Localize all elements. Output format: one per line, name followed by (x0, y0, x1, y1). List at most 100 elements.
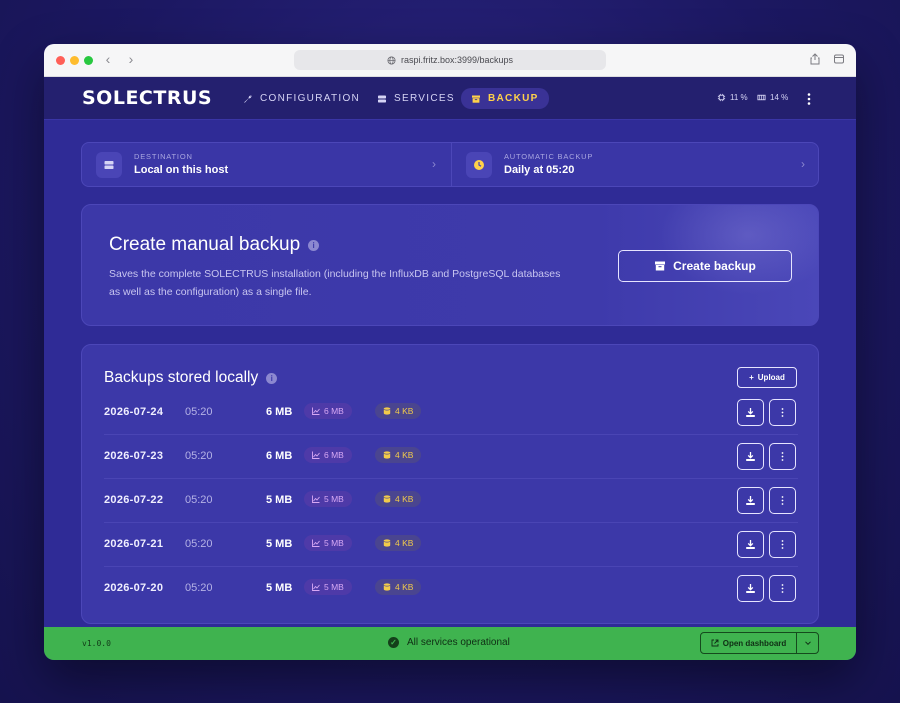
app-logo[interactable]: SOLECTRUS (82, 87, 212, 109)
download-icon (746, 408, 755, 417)
influxdb-size-badge: 6 MB (304, 403, 352, 419)
browser-window: ‹ › raspi.fritz.box:3999/backups SOLECTR… (44, 44, 856, 660)
plus-icon: + (749, 373, 754, 382)
influxdb-size-badge: 6 MB (304, 447, 352, 463)
postgres-size-badge: 4 KB (375, 579, 422, 595)
influxdb-size-badge: 5 MB (304, 579, 352, 595)
tabs-overview-icon[interactable] (833, 53, 845, 65)
chart-line-icon (312, 495, 320, 503)
chevron-down-icon (804, 641, 811, 646)
destination-setting[interactable]: DESTINATION Local on this host › (82, 143, 450, 186)
open-dashboard-button[interactable]: Open dashboard (701, 633, 796, 653)
main-content: DESTINATION Local on this host › AUTOMAT… (44, 121, 856, 628)
influxdb-size-badge: 5 MB (304, 491, 352, 507)
postgres-size-badge: 4 KB (375, 535, 422, 551)
check-circle-icon: ✓ (388, 637, 399, 648)
cpu-usage: 11 % (717, 93, 748, 102)
globe-icon (387, 55, 396, 65)
maximize-window-button[interactable] (84, 56, 93, 65)
download-icon (746, 452, 755, 461)
postgres-size: 4 KB (395, 582, 414, 592)
database-icon (383, 451, 391, 459)
chevron-right-icon: › (432, 157, 436, 171)
server-icon (378, 95, 386, 102)
backup-size: 6 MB (266, 406, 293, 418)
backup-time: 05:20 (185, 406, 213, 418)
system-status: ✓ All services operational (388, 637, 510, 648)
more-vertical-icon (781, 452, 784, 461)
chart-line-icon (312, 407, 320, 415)
info-icon[interactable]: i (308, 239, 320, 251)
more-vertical-icon (781, 540, 784, 549)
create-backup-button-label: Create backup (673, 259, 756, 273)
row-menu-button[interactable] (769, 399, 796, 426)
back-arrow-icon[interactable]: ‹ (101, 51, 115, 67)
database-icon (383, 495, 391, 503)
postgres-size-badge: 4 KB (375, 447, 422, 463)
backup-size: 5 MB (266, 538, 293, 550)
upload-button-label: Upload (757, 373, 785, 382)
info-icon[interactable]: i (266, 372, 278, 384)
download-icon (746, 584, 755, 593)
minimize-window-button[interactable] (70, 56, 79, 65)
create-backup-description: Saves the complete SOLECTRUS installatio… (109, 268, 561, 298)
close-window-button[interactable] (56, 56, 65, 65)
archive-icon (472, 95, 480, 103)
create-backup-button[interactable]: Create backup (618, 250, 792, 282)
postgres-size-badge: 4 KB (375, 491, 422, 507)
postgres-size: 4 KB (395, 450, 414, 460)
row-menu-button[interactable] (769, 531, 796, 558)
destination-icon-box (96, 152, 122, 178)
backup-time: 05:20 (185, 582, 213, 594)
backups-list-heading: Backups stored locally i (104, 369, 278, 387)
nav-backup[interactable]: BACKUP (461, 88, 549, 109)
destination-label: DESTINATION (134, 152, 193, 161)
url-text: raspi.fritz.box:3999/backups (400, 55, 514, 65)
row-menu-button[interactable] (769, 487, 796, 514)
influxdb-size: 5 MB (324, 494, 344, 504)
version-label: v1.0.0 (82, 639, 111, 648)
download-button[interactable] (737, 531, 764, 558)
nav-configuration-label: CONFIGURATION (260, 93, 361, 104)
nav-services[interactable]: SERVICES (367, 88, 465, 109)
postgres-size-badge: 4 KB (375, 403, 422, 419)
forward-arrow-icon[interactable]: › (124, 51, 138, 67)
backup-settings-bar: DESTINATION Local on this host › AUTOMAT… (81, 142, 819, 187)
row-menu-button[interactable] (769, 575, 796, 602)
more-vertical-icon[interactable] (803, 92, 815, 106)
postgres-size: 4 KB (395, 406, 414, 416)
download-button[interactable] (737, 443, 764, 470)
backups-list-title: Backups stored locally (104, 369, 259, 386)
influxdb-size: 5 MB (324, 582, 344, 592)
share-icon[interactable] (809, 53, 821, 65)
address-bar[interactable]: raspi.fritz.box:3999/backups (294, 50, 606, 70)
nav-configuration[interactable]: CONFIGURATION (233, 88, 370, 109)
chart-line-icon (312, 539, 320, 547)
memory-usage: 14 % (757, 93, 788, 102)
wrench-icon (244, 94, 252, 103)
row-menu-button[interactable] (769, 443, 796, 470)
influxdb-size: 6 MB (324, 406, 344, 416)
backups-list-card: Backups stored locally i + Upload 2026-0… (81, 344, 819, 624)
download-button[interactable] (737, 575, 764, 602)
backup-time: 05:20 (185, 494, 213, 506)
download-button[interactable] (737, 399, 764, 426)
chevron-right-icon: › (801, 157, 805, 171)
automatic-backup-setting[interactable]: AUTOMATIC BACKUP Daily at 05:20 › (451, 143, 819, 186)
upload-button[interactable]: + Upload (737, 367, 797, 388)
create-backup-card: Create manual backup i Saves the complet… (81, 204, 819, 326)
external-link-icon (711, 639, 719, 647)
backup-date: 2026-07-24 (104, 406, 164, 418)
create-backup-heading: Create manual backup i (109, 234, 320, 256)
cpu-value: 11 % (730, 93, 748, 102)
more-vertical-icon (781, 496, 784, 505)
backup-time: 05:20 (185, 538, 213, 550)
dashboard-dropdown-toggle[interactable] (796, 633, 818, 653)
dashboard-button-group: Open dashboard (700, 632, 819, 654)
backup-row: 2026-07-23 05:20 6 MB 6 MB 4 KB (104, 435, 798, 479)
download-button[interactable] (737, 487, 764, 514)
influxdb-size: 5 MB (324, 538, 344, 548)
open-dashboard-label: Open dashboard (722, 638, 787, 648)
status-footer: v1.0.0 ✓ All services operational Open d… (44, 627, 856, 660)
nav-services-label: SERVICES (394, 93, 455, 104)
